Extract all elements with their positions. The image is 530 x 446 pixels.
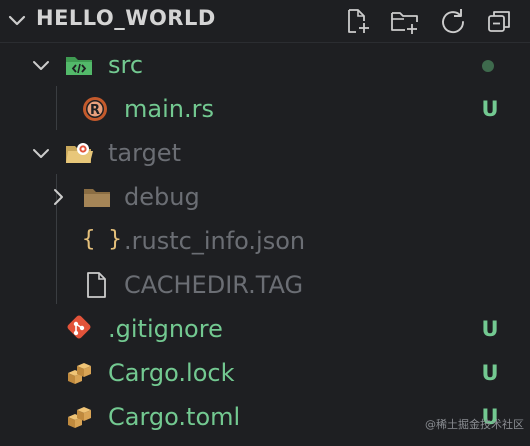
new-file-button[interactable]: [342, 6, 372, 36]
refresh-button[interactable]: [438, 6, 468, 36]
new-folder-button[interactable]: [390, 6, 420, 36]
git-icon: [67, 315, 91, 339]
untracked-badge: U: [481, 317, 499, 341]
refresh-icon: [442, 9, 464, 34]
tree-item-gitignore[interactable]: .gitignore U: [0, 307, 530, 351]
tree-item-debug[interactable]: debug: [0, 175, 530, 219]
tree-item-label: .rustc_info.json: [124, 227, 306, 255]
tree-item-label: CACHEDIR.TAG: [124, 271, 304, 299]
tree-item-label: src: [108, 51, 144, 79]
folder-icon: [84, 189, 110, 207]
collapse-all-button[interactable]: [484, 6, 514, 36]
new-folder-icon: [391, 12, 418, 34]
chevron-right-icon[interactable]: [47, 186, 69, 208]
file-icon: [87, 272, 106, 298]
workspace-title[interactable]: HELLO_WORLD: [36, 6, 216, 30]
cargo-icon: [68, 363, 91, 384]
tree-item-main-rs[interactable]: R main.rs U: [0, 87, 530, 131]
chevron-down-icon[interactable]: [30, 54, 52, 76]
chevron-down-icon[interactable]: [6, 9, 28, 31]
modified-dot-icon: [482, 60, 494, 72]
tree-item-label: debug: [124, 183, 200, 211]
tree-item-label: target: [108, 139, 181, 167]
tree-item-rustc-info-json[interactable]: { } .rustc_info.json: [0, 219, 530, 263]
untracked-badge: U: [481, 361, 499, 385]
folder-src-icon: [66, 57, 92, 75]
collapse-all-icon: [488, 11, 510, 32]
cargo-icon: [68, 407, 91, 428]
tree-item-label: Cargo.lock: [108, 359, 235, 387]
json-file-icon: { }: [82, 227, 122, 252]
tree-item-cachedir-tag[interactable]: CACHEDIR.TAG: [0, 263, 530, 307]
new-file-icon: [348, 9, 369, 33]
tree-item-target[interactable]: target: [0, 131, 530, 175]
folder-target-icon: [66, 143, 93, 163]
tree-item-src[interactable]: src: [0, 43, 530, 87]
svg-text:R: R: [90, 103, 100, 118]
watermark: @稀土掘金技术社区: [425, 418, 524, 431]
untracked-badge: U: [481, 97, 499, 121]
tree-item-label: Cargo.toml: [108, 403, 241, 431]
tree-item-cargo-lock[interactable]: Cargo.lock U: [0, 351, 530, 395]
explorer-panel: HELLO_WORLD src R main.rs U target debug…: [0, 0, 530, 446]
tree-item-label: .gitignore: [108, 315, 223, 343]
rust-file-icon: R: [83, 97, 107, 121]
chevron-down-icon[interactable]: [30, 142, 52, 164]
explorer-header: HELLO_WORLD: [0, 0, 530, 42]
tree-item-label: main.rs: [124, 95, 214, 123]
